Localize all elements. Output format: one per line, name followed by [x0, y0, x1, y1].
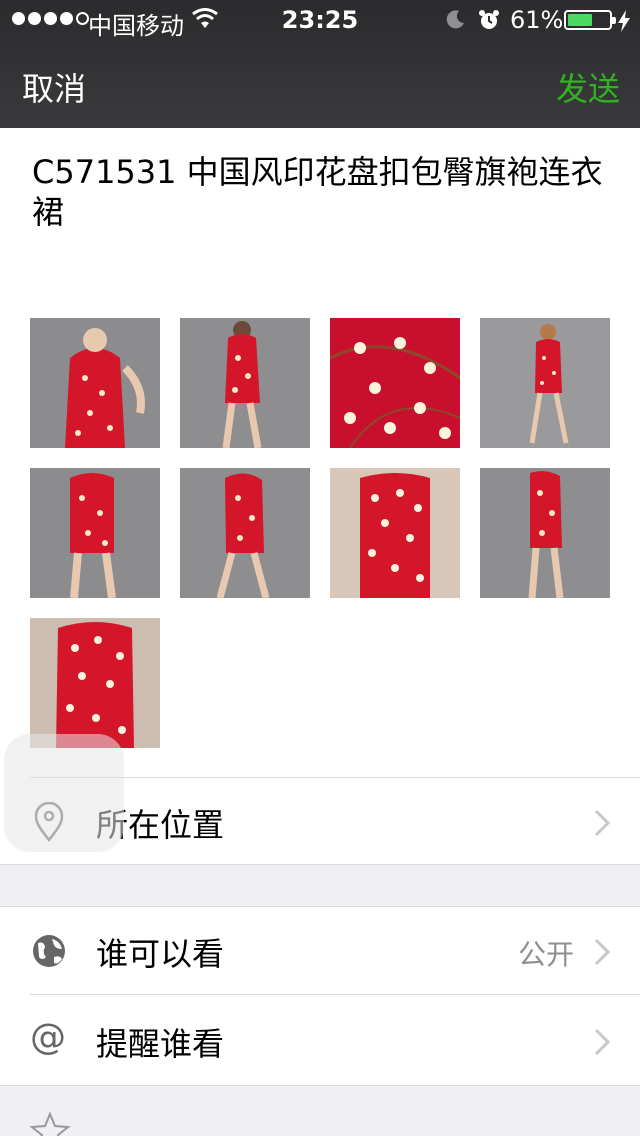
post-text-input[interactable]: C571531 中国风印花盘扣包臀旗袍连衣裙 — [32, 152, 612, 232]
photo-thumbnail-2[interactable] — [180, 318, 310, 448]
do-not-disturb-moon-icon — [446, 10, 464, 29]
cancel-button[interactable]: 取消 — [22, 64, 86, 110]
battery-percent: 61% — [510, 6, 564, 34]
visibility-row[interactable]: 谁可以看 公开 — [0, 907, 640, 995]
battery-icon — [564, 10, 616, 30]
photo-thumbnail-9[interactable] — [30, 618, 160, 748]
photo-thumbnail-6[interactable] — [180, 468, 310, 598]
star-icon — [29, 1112, 71, 1136]
charging-bolt-icon — [618, 10, 630, 32]
at-sign-icon: @ — [30, 1017, 66, 1058]
alarm-clock-icon — [479, 10, 499, 29]
photo-thumbnail-7[interactable] — [330, 468, 460, 598]
chevron-right-icon — [594, 809, 610, 837]
battery-level-fill — [568, 14, 592, 26]
globe-icon — [33, 935, 65, 967]
privacy-group: 谁可以看 公开 @ 提醒谁看 — [0, 907, 640, 1085]
photo-thumbnail-5[interactable] — [30, 468, 160, 598]
send-button[interactable]: 发送 — [556, 64, 620, 110]
visibility-label: 谁可以看 — [96, 935, 225, 973]
photo-thumbnail-8[interactable] — [480, 468, 610, 598]
divider — [0, 864, 640, 865]
top-bar: 中国移动 23:25 61% 取消 发送 — [0, 0, 640, 128]
mention-label: 提醒谁看 — [96, 1025, 225, 1063]
chevron-right-icon — [594, 1028, 610, 1056]
photo-thumbnail-1[interactable] — [30, 318, 160, 448]
chevron-right-icon — [594, 938, 610, 966]
mention-row[interactable]: @ 提醒谁看 — [0, 997, 640, 1085]
visibility-value: 公开 — [517, 938, 574, 971]
divider — [0, 1085, 640, 1086]
photo-thumbnail-3[interactable] — [330, 318, 460, 448]
assistive-touch-button[interactable] — [4, 734, 124, 852]
photo-thumbnail-4[interactable] — [480, 318, 610, 448]
status-bar: 中国移动 23:25 61% — [0, 0, 640, 40]
divider — [30, 994, 640, 995]
